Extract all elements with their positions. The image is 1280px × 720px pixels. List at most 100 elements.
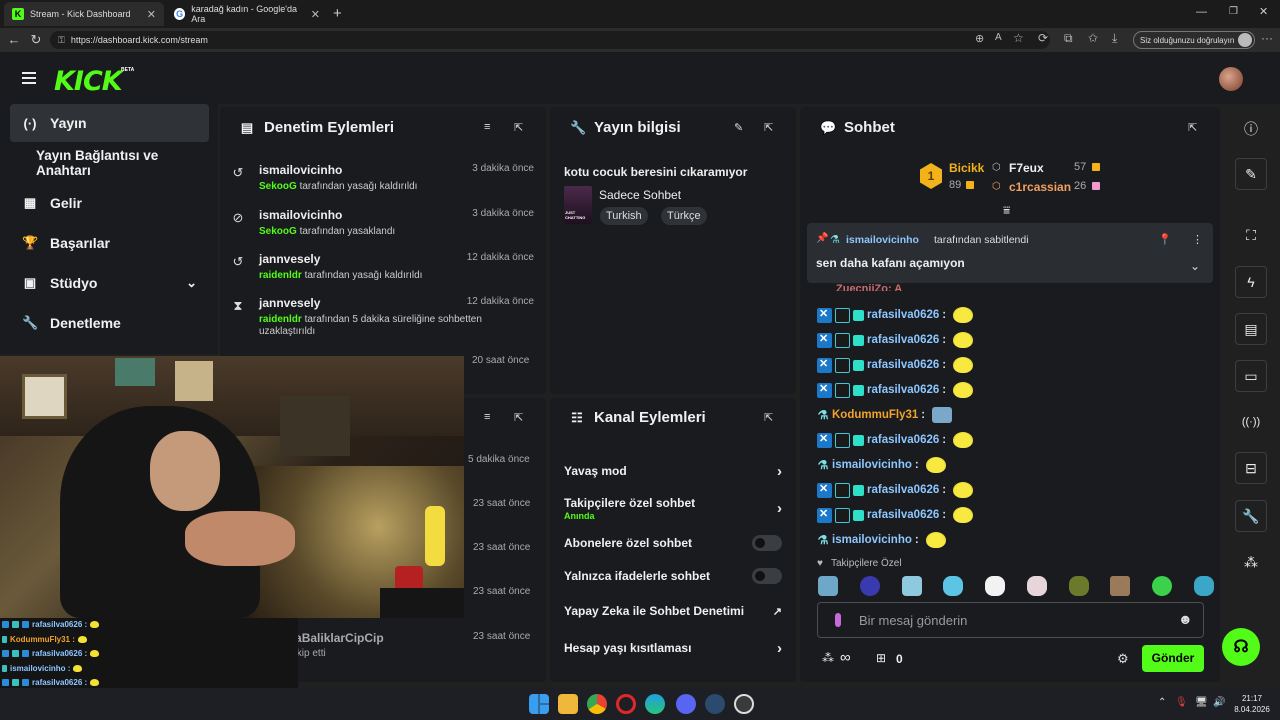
chrome-icon[interactable] <box>587 694 607 714</box>
category-name[interactable]: Sadece Sohbet <box>599 188 681 202</box>
collections-icon[interactable]: ✩ <box>1088 31 1098 45</box>
subscribers-only-toggle[interactable] <box>752 535 782 551</box>
popout-icon[interactable]: ⇱ <box>514 121 523 134</box>
emote-icon[interactable] <box>925 457 946 473</box>
unpin-icon[interactable]: 📍 <box>1158 233 1172 246</box>
popout-icon[interactable]: ⇱ <box>764 411 773 424</box>
emote-icon[interactable] <box>953 432 974 448</box>
leader-name[interactable]: F7eux <box>1009 161 1044 175</box>
volume-icon[interactable]: 🔊 <box>1213 697 1225 708</box>
restore-icon[interactable]: ❐ <box>1229 6 1238 17</box>
category-thumbnail[interactable]: JUST CHATTING <box>564 186 592 224</box>
support-headset-icon[interactable]: ☊ <box>1222 628 1260 666</box>
gift-shop-icon[interactable]: ⊞ <box>876 651 886 665</box>
chat-username[interactable]: KodummuFly31 <box>832 409 918 421</box>
nav-item-moderation[interactable]: 🔧 Denetleme <box>10 304 209 342</box>
channel-points-icon[interactable]: ⁂ <box>822 651 834 665</box>
emote-icon[interactable] <box>1068 576 1089 596</box>
new-tab-icon[interactable]: + <box>333 5 342 22</box>
chat-username[interactable]: rafasilva0626 <box>867 434 939 446</box>
followers-only-row[interactable]: Takipçilere özel sohbet Anında › <box>564 494 782 522</box>
nav-item-revenue[interactable]: ▦ Gelir <box>10 184 209 222</box>
video-icon[interactable]: ⊟ <box>1235 452 1267 484</box>
lightning-icon[interactable]: ϟ <box>1235 266 1267 298</box>
emote-icon[interactable] <box>985 576 1006 596</box>
tab-google-search[interactable]: G karadağ kadın - Google'da Ara ✕ <box>166 2 328 26</box>
leader-name[interactable]: c1rcassian <box>1009 180 1071 194</box>
leader-name[interactable]: Bicikk <box>949 161 984 175</box>
url-field[interactable]: ⚿ https://dashboard.kick.com/stream <box>50 31 1050 49</box>
popout-icon[interactable]: ⇱ <box>764 121 773 134</box>
nav-item-studio[interactable]: ▣ Stüdyo ⌄ <box>10 264 209 302</box>
pinned-by-user[interactable]: ismailovicinho <box>846 234 919 246</box>
tag-pill[interactable]: Türkçe <box>661 207 707 225</box>
more-options-icon[interactable]: ⋮ <box>1192 233 1203 246</box>
document-icon[interactable]: ▤ <box>1235 313 1267 345</box>
moderator-name[interactable]: raidenldr <box>259 270 302 281</box>
chat-username[interactable]: rafasilva0626 <box>867 384 939 396</box>
profile-verify-button[interactable]: Siz olduğunuzu doğrulayın <box>1133 31 1255 49</box>
extension-icon[interactable]: ⟳ <box>1038 31 1048 45</box>
ai-moderation-row[interactable]: Yapay Zeka ile Sohbet Denetimi ↗ <box>564 602 782 620</box>
chat-username[interactable]: ismailovicinho <box>832 534 912 546</box>
emote-icon[interactable] <box>953 357 974 373</box>
emote-icon[interactable] <box>932 407 953 423</box>
refresh-icon[interactable]: ↻ <box>28 32 44 48</box>
settings-gear-icon[interactable]: ⚙ <box>1117 651 1129 667</box>
emotes-only-toggle[interactable] <box>752 568 782 584</box>
app-icon[interactable] <box>734 694 754 714</box>
file-explorer-icon[interactable] <box>558 694 578 714</box>
back-icon[interactable]: ← <box>6 32 22 48</box>
chevron-up-icon[interactable]: ⌃ <box>1158 697 1166 708</box>
network-icon[interactable]: 🖥 <box>1195 697 1208 708</box>
read-aloud-icon[interactable]: A <box>995 32 1002 43</box>
chevron-down-icon[interactable]: ⌄ <box>186 275 197 291</box>
chat-input[interactable]: Bir mesaj gönderin ☻ <box>817 602 1204 638</box>
emote-icon[interactable] <box>901 576 922 596</box>
account-age-row[interactable]: Hesap yaşı kısıtlaması › <box>564 639 782 657</box>
edit-pencil-icon[interactable]: ✎ <box>1235 158 1267 190</box>
chat-bubble-icon[interactable]: ▭ <box>1235 360 1267 392</box>
menu-icon[interactable] <box>22 72 36 84</box>
chevron-down-icon[interactable]: ⌄ <box>1190 259 1200 273</box>
send-button[interactable]: Gönder <box>1142 645 1204 672</box>
steam-icon[interactable] <box>705 694 725 714</box>
emote-icon[interactable] <box>818 576 838 596</box>
more-menu-icon[interactable]: ··· <box>1261 31 1273 45</box>
clock[interactable]: 21:17 8.04.2026 <box>1234 693 1270 715</box>
emote-icon[interactable] <box>1193 576 1214 596</box>
emote-icon[interactable] <box>953 307 974 323</box>
emote-icon[interactable] <box>859 576 880 596</box>
popout-icon[interactable]: ⇱ <box>1188 121 1197 134</box>
emote-icon[interactable] <box>1026 576 1047 596</box>
emote-icon[interactable] <box>953 482 974 498</box>
chat-username[interactable]: rafasilva0626 <box>867 484 939 496</box>
nav-item-stream-key[interactable]: Yayın Bağlantısı ve Anahtarı <box>10 144 209 182</box>
moderator-name[interactable]: raidenldr <box>259 314 302 325</box>
favorite-star-icon[interactable]: ☆ <box>1013 31 1024 45</box>
opera-icon[interactable] <box>616 694 636 714</box>
filter-icon[interactable]: ≡ <box>484 411 490 423</box>
edge-icon[interactable] <box>645 694 665 714</box>
discord-icon[interactable] <box>676 694 696 714</box>
community-icon[interactable]: ⁂ <box>1235 547 1267 579</box>
tab-kick-dashboard[interactable]: K Stream - Kick Dashboard ✕ <box>4 2 164 26</box>
wrench-icon[interactable]: 🔧 <box>1235 500 1267 532</box>
emote-picker-icon[interactable] <box>835 613 841 627</box>
emote-icon[interactable] <box>953 332 974 348</box>
chat-username[interactable]: rafasilva0626 <box>867 359 939 371</box>
popout-icon[interactable]: ⇱ <box>514 411 523 424</box>
chat-username[interactable]: rafasilva0626 <box>867 334 939 346</box>
filter-icon[interactable]: ≡ <box>484 121 490 133</box>
download-icon[interactable]: ⤓ <box>1112 31 1117 46</box>
minimize-icon[interactable]: — <box>1196 6 1207 18</box>
moderator-name[interactable]: SekooG <box>259 181 297 192</box>
moderator-name[interactable]: SekooG <box>259 226 297 237</box>
screenshot-icon[interactable]: ⛶ <box>1235 220 1267 252</box>
close-window-icon[interactable]: ✕ <box>1259 5 1268 18</box>
kick-logo[interactable]: KICK <box>54 66 123 97</box>
expand-leaderboard-icon[interactable]: ⩸ <box>1003 203 1010 218</box>
chat-username[interactable]: rafasilva0626 <box>867 309 939 321</box>
chat-username[interactable]: rafasilva0626 <box>867 509 939 521</box>
tag-pill[interactable]: Turkish <box>600 207 648 225</box>
